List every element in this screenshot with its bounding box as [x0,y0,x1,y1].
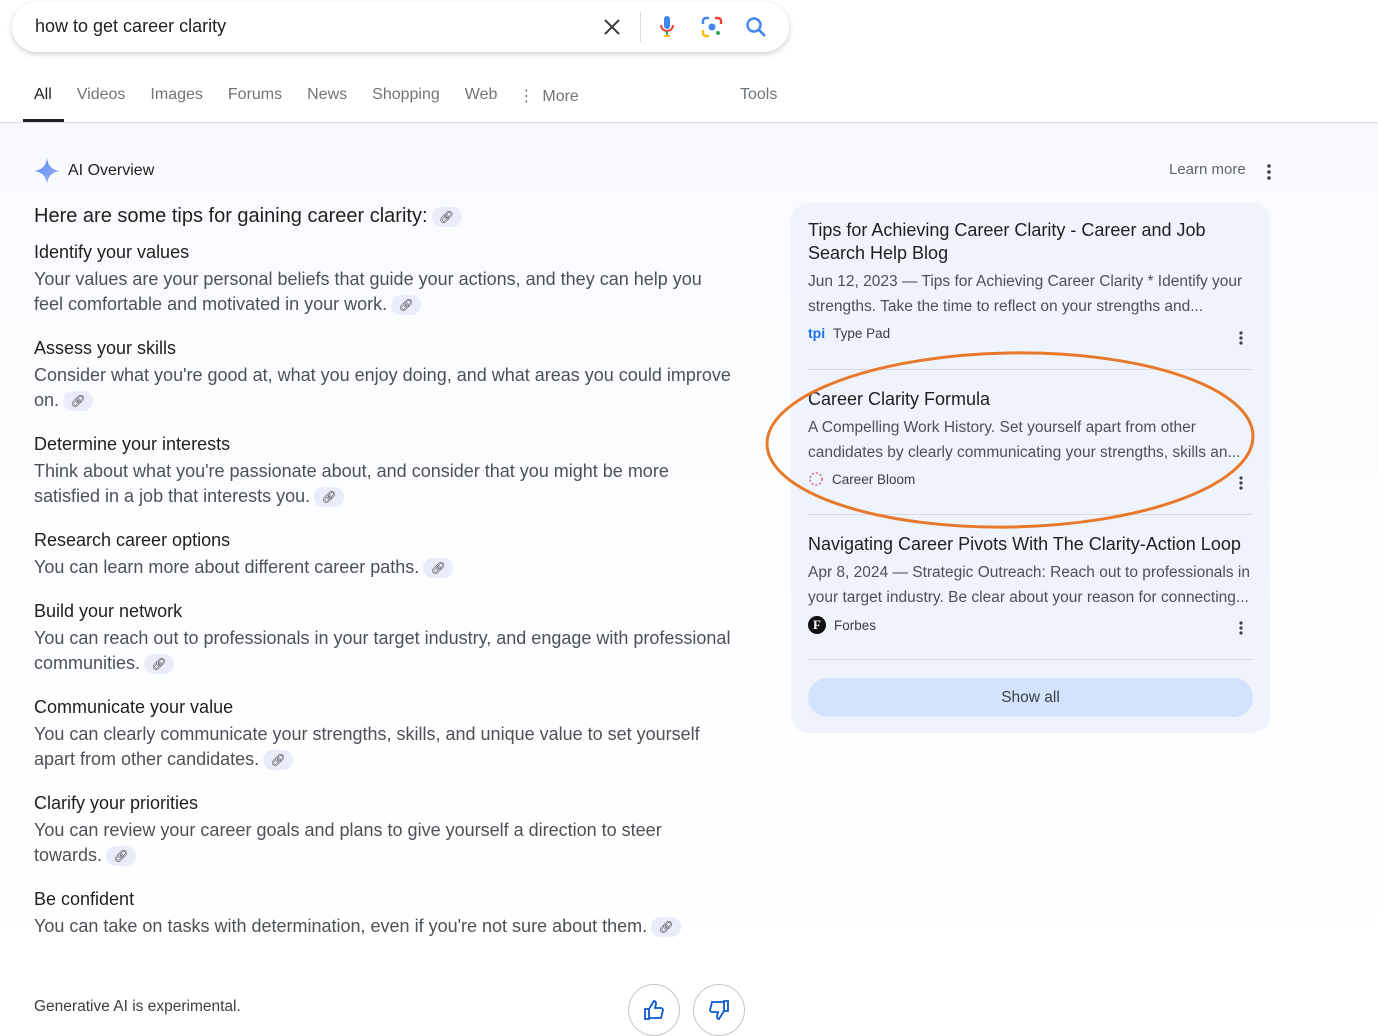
section-heading: Communicate your value [34,697,234,717]
experimental-notice: Generative AI is experimental. [34,998,241,1015]
ai-overview-title: AI Overview [68,162,155,179]
section-body: Think about what you're passionate about… [34,459,734,509]
source-card[interactable]: Tips for Achieving Career Clarity - Care… [808,219,1253,341]
site-name: Type Pad [833,325,891,341]
section-text: Think about what you're passionate about… [34,461,669,506]
source-title[interactable]: Tips for Achieving Career Clarity - Care… [808,219,1253,265]
source-title[interactable]: Navigating Career Pivots With The Clarit… [808,533,1253,556]
section-text: You can reach out to professionals in yo… [34,628,731,673]
tab-shopping[interactable]: Shopping [372,86,451,122]
thumbs-up-button[interactable] [628,984,680,1036]
tab-more-label: More [542,88,579,105]
tab-forums[interactable]: Forums [228,86,293,122]
link-icon[interactable]: 🔗︎ [263,750,294,771]
link-icon[interactable]: 🔗︎ [106,846,137,867]
link-icon[interactable]: 🔗︎ [314,487,345,508]
source-site: F Forbes [808,616,1253,634]
source-card[interactable]: Career Clarity Formula A Compelling Work… [808,388,1253,487]
source-snippet: A Compelling Work History. Set yourself … [808,419,1241,461]
sources-panel: Tips for Achieving Career Clarity - Care… [791,203,1270,733]
divider [808,514,1253,515]
source-snippet: Jun 12, 2023 — Tips for Achieving Career… [808,273,1243,315]
site-name: Forbes [834,617,877,633]
overview-section: Identify your values Your values are your… [34,238,734,317]
search-box[interactable]: how to get career clarity [12,2,789,52]
section-heading: Identify your values [34,242,190,262]
thumbs-up-icon [644,1000,664,1020]
section-body: You can review your career goals and pla… [34,818,734,868]
show-all-button[interactable]: Show all [808,678,1253,717]
thumbs-down-icon [709,1000,729,1020]
overview-section: Build your network You can reach out to p… [34,597,734,676]
section-text: You can take on tasks with determination… [34,916,648,936]
divider [640,12,641,42]
link-icon[interactable]: 🔗︎ [391,295,422,316]
overview-section: Research career options You can learn mor… [34,526,734,580]
divider [808,369,1253,370]
more-vert-icon: ⋮ [518,88,535,105]
overview-section: Clarify your priorities You can review yo… [34,789,734,868]
section-body: You can clearly communicate your strengt… [34,722,734,772]
ai-intro: Here are some tips for gaining career cl… [34,201,734,231]
section-heading: Assess your skills [34,338,177,358]
tab-videos[interactable]: Videos [77,86,137,122]
microphone-icon[interactable] [655,15,679,39]
search-input[interactable]: how to get career clarity [35,16,226,37]
tools-button[interactable]: Tools [740,86,777,104]
section-body: Your values are your personal beliefs th… [34,267,734,317]
link-icon[interactable]: 🔗︎ [423,558,454,579]
link-icon[interactable]: 🔗︎ [651,917,682,938]
section-heading: Be confident [34,889,135,909]
typepad-logo: tpi [808,325,826,341]
overview-section: Communicate your value You can clearly co… [34,693,734,772]
forbes-logo: F [808,616,826,634]
ai-overview-header: AI Overview [34,158,154,184]
source-card[interactable]: Navigating Career Pivots With The Clarit… [808,533,1253,634]
source-site: tpi Type Pad [808,325,1253,341]
thumbs-down-button[interactable] [693,984,745,1036]
section-body: You can learn more about different caree… [34,555,734,580]
search-icon[interactable] [744,15,768,39]
source-snippet: Apr 8, 2024 — Strategic Outreach: Reach … [808,564,1250,606]
site-name: Career Bloom [832,471,916,487]
section-heading: Clarify your priorities [34,793,199,813]
clear-icon[interactable] [600,15,624,39]
section-text: You can clearly communicate your strengt… [34,724,700,769]
source-title[interactable]: Career Clarity Formula [808,388,1253,411]
sparkle-icon [34,158,60,184]
source-menu-icon[interactable] [1239,621,1243,635]
lens-icon[interactable] [700,15,724,39]
divider [808,659,1253,660]
learn-more-link[interactable]: Learn more [1169,161,1246,178]
career-bloom-logo [809,472,823,486]
section-heading: Determine your interests [34,434,231,454]
tab-images[interactable]: Images [150,86,213,122]
section-text: Consider what you're good at, what you e… [34,365,731,410]
search-tabs: All Videos Images Forums News Shopping W… [23,86,615,122]
tab-news[interactable]: News [307,86,358,122]
overview-section: Be confident You can take on tasks with d… [34,885,734,939]
intro-text: Here are some tips for gaining career cl… [34,205,428,227]
tab-web[interactable]: Web [465,86,509,122]
section-heading: Build your network [34,601,183,621]
overview-section: Assess your skills Consider what you're g… [34,334,734,413]
link-icon[interactable]: 🔗︎ [431,206,462,227]
more-options-icon[interactable] [1267,164,1271,180]
ai-overview-content: Here are some tips for gaining career cl… [34,201,734,956]
section-heading: Research career options [34,530,231,550]
source-site: Career Bloom [808,471,1253,487]
link-icon[interactable]: 🔗︎ [63,391,94,412]
source-menu-icon[interactable] [1239,331,1243,345]
section-text: Your values are your personal beliefs th… [34,269,702,314]
tab-all[interactable]: All [23,86,64,122]
overview-section: Determine your interests Think about what… [34,430,734,509]
tab-more[interactable]: ⋮ More [518,86,589,122]
link-icon[interactable]: 🔗︎ [144,654,175,675]
source-menu-icon[interactable] [1239,476,1243,490]
section-text: You can learn more about different caree… [34,557,420,577]
section-body: You can take on tasks with determination… [34,914,734,939]
section-body: Consider what you're good at, what you e… [34,363,734,413]
section-body: You can reach out to professionals in yo… [34,626,734,676]
